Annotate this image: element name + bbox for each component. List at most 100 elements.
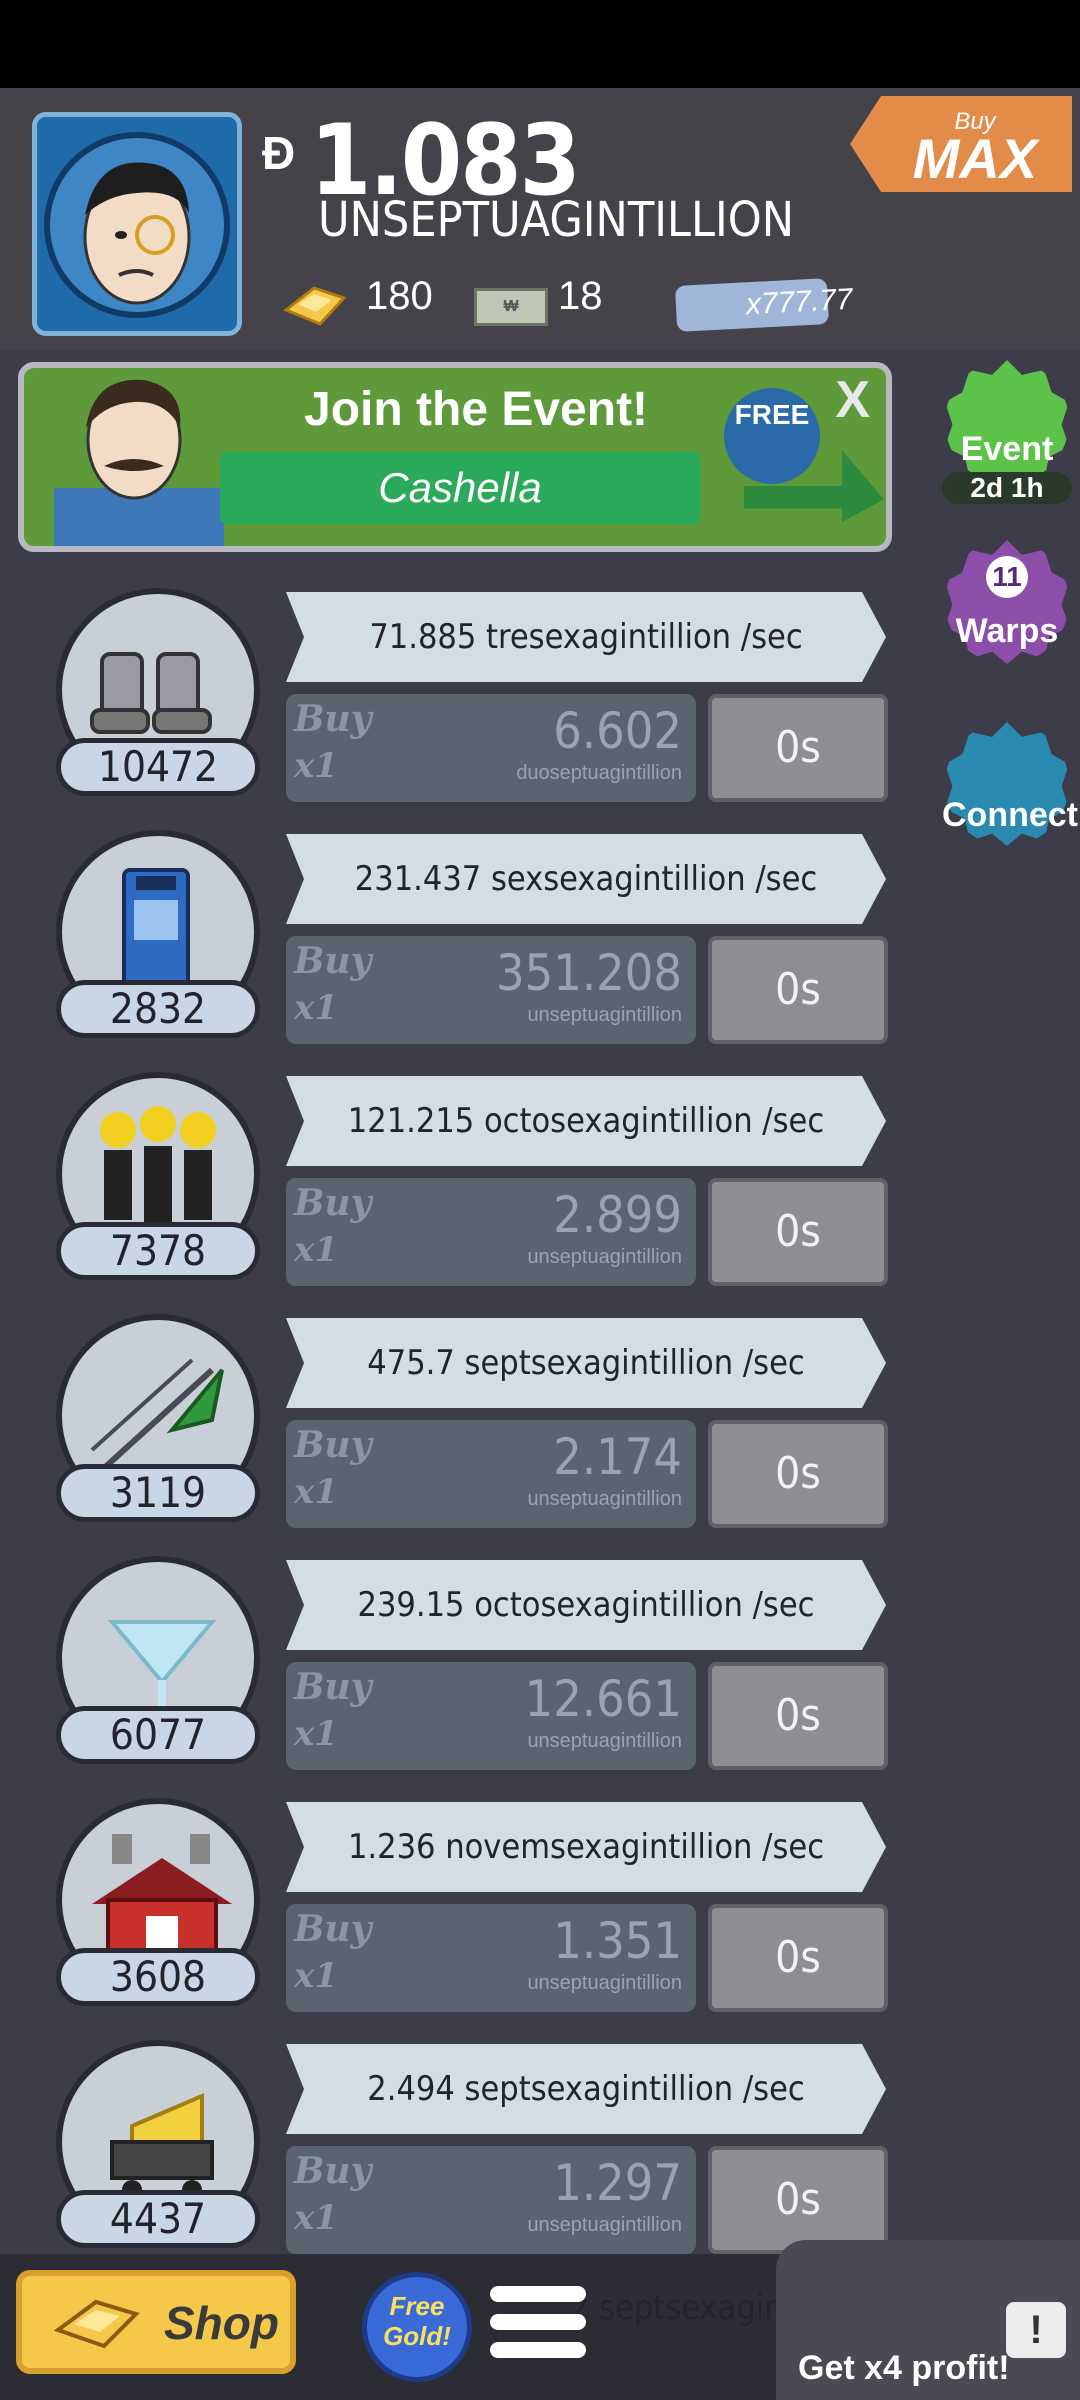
- buy-cost-unit: unseptuagintillion: [527, 1488, 682, 1510]
- gold-bar-icon: [52, 2294, 142, 2365]
- buy-label: Buy: [294, 1424, 372, 1466]
- timer-button[interactable]: 0s: [708, 1904, 888, 2012]
- timer-button[interactable]: 0s: [708, 694, 888, 802]
- profit-rate-bar: 231.437 sexsexagintillion /sec: [286, 834, 886, 924]
- event-title: Join the Event!: [304, 383, 649, 436]
- business-row: 4437 2.494 septsexagintillion /sec Buy x…: [0, 2040, 900, 2270]
- menu-line: [490, 2342, 586, 2358]
- menu-button[interactable]: [490, 2286, 586, 2370]
- profit-rate-bar: 239.15 octosexagintillion /sec: [286, 1560, 886, 1650]
- free-gold-label: Free Gold!: [383, 2291, 451, 2351]
- buy-cost: 12.661: [524, 1670, 682, 1728]
- timer-button[interactable]: 0s: [708, 1420, 888, 1528]
- profit-rate-bar: 2.494 septsexagintillion /sec: [286, 2044, 886, 2134]
- buy-max-label: MAX: [912, 127, 1038, 190]
- status-bar: [0, 0, 1080, 88]
- warps-label: Warps: [955, 612, 1059, 650]
- buy-button[interactable]: Buy x1 6.602 duoseptuagintillion: [286, 694, 696, 802]
- business-row: 6077 239.15 octosexagintillion /sec Buy …: [0, 1556, 900, 1786]
- buy-label: Buy: [294, 1182, 372, 1224]
- profit-rate-bar: 475.7 septsexagintillion /sec: [286, 1318, 886, 1408]
- buy-label: Buy: [294, 698, 372, 740]
- buy-cost: 6.602: [553, 702, 682, 760]
- free-label: FREE: [734, 399, 810, 430]
- buy-button[interactable]: Buy x1 12.661 unseptuagintillion: [286, 1662, 696, 1770]
- connect-button[interactable]: Connect: [942, 722, 1078, 846]
- shop-label: Shop: [164, 2297, 279, 2349]
- profit-rate-bar: 71.885 tresexagintillion /sec: [286, 592, 886, 682]
- warps-count: 11: [986, 556, 1028, 598]
- event-timer: 2d 1h: [942, 472, 1072, 504]
- buy-button[interactable]: Buy x1 1.351 unseptuagintillion: [286, 1904, 696, 2012]
- timer-button[interactable]: 0s: [708, 1662, 888, 1770]
- buy-quantity: x1: [294, 1956, 338, 1996]
- x4-profit-button[interactable]: ! Get x4 profit!: [776, 2240, 1080, 2400]
- timer-button[interactable]: 0s: [708, 936, 888, 1044]
- megabucks-icon: ₩: [474, 288, 548, 326]
- buy-cost: 351.208: [496, 944, 682, 1002]
- buy-quantity: x1: [294, 1472, 338, 1512]
- owned-count: 6077: [56, 1706, 260, 1764]
- business-row: 7378 121.215 octosexagintillion /sec Buy…: [0, 1072, 900, 1302]
- owned-count: 7378: [56, 1222, 260, 1280]
- buy-label: Buy: [294, 1908, 372, 1950]
- menu-line: [490, 2286, 586, 2302]
- business-row: 3608 1.236 novemsexagintillion /sec Buy …: [0, 1798, 900, 2028]
- cash-symbol: Ð: [262, 127, 296, 179]
- gold-count: 180: [366, 274, 433, 318]
- buy-cost-unit: unseptuagintillion: [527, 1004, 682, 1026]
- profit-rate-bar: 121.215 octosexagintillion /sec: [286, 1076, 886, 1166]
- business-row: 2832 231.437 sexsexagintillion /sec Buy …: [0, 830, 900, 1060]
- event-label: Event: [960, 430, 1054, 468]
- buy-button[interactable]: Buy x1 2.174 unseptuagintillion: [286, 1420, 696, 1528]
- owned-count: 10472: [56, 738, 260, 796]
- buy-label: Buy: [294, 2150, 372, 2192]
- buy-cost-unit: unseptuagintillion: [527, 1246, 682, 1268]
- free-gold-button[interactable]: Free Gold!: [362, 2272, 472, 2382]
- multiplier-badge[interactable]: x777.77: [674, 278, 853, 332]
- avatar[interactable]: [32, 112, 242, 336]
- astronaut-portrait-icon: [44, 132, 230, 318]
- buy-label: Buy: [294, 1666, 372, 1708]
- mustache-man-icon: [54, 379, 224, 546]
- owned-count: 4437: [56, 2190, 260, 2248]
- business-row: 3119 475.7 septsexagintillion /sec Buy x…: [0, 1314, 900, 1544]
- warps-button[interactable]: 11 Warps: [942, 540, 1072, 664]
- close-button[interactable]: X: [835, 370, 870, 430]
- buy-cost: 1.297: [553, 2154, 682, 2212]
- owned-count: 2832: [56, 980, 260, 1038]
- buy-cost: 1.351: [553, 1912, 682, 1970]
- free-badge: FREE: [724, 388, 820, 484]
- menu-line: [490, 2314, 586, 2330]
- buy-cost: 2.899: [553, 1186, 682, 1244]
- megabucks-count: 18: [558, 274, 603, 318]
- buy-cost: 2.174: [553, 1428, 682, 1486]
- owned-count: 3608: [56, 1948, 260, 2006]
- buy-button[interactable]: Buy x1 1.297 unseptuagintillion: [286, 2146, 696, 2254]
- buy-cost-unit: duoseptuagintillion: [516, 762, 682, 784]
- buy-quantity: x1: [294, 2198, 338, 2238]
- gold-bar-icon: [280, 280, 350, 337]
- shop-button[interactable]: Shop: [16, 2270, 296, 2374]
- connect-label: Connect: [942, 796, 1078, 834]
- timer-button[interactable]: 0s: [708, 2146, 888, 2254]
- buy-button[interactable]: Buy x1 2.899 unseptuagintillion: [286, 1178, 696, 1286]
- buy-quantity: x1: [294, 746, 338, 786]
- event-button[interactable]: Event 2d 1h: [942, 360, 1072, 504]
- buy-quantity: x1: [294, 1714, 338, 1754]
- buy-button[interactable]: Buy x1 351.208 unseptuagintillion: [286, 936, 696, 1044]
- multiplier-value: x777.77: [745, 282, 854, 322]
- buy-quantity: x1: [294, 988, 338, 1028]
- business-row: 10472 71.885 tresexagintillion /sec Buy …: [0, 588, 900, 818]
- profit-rate-bar: 1.236 novemsexagintillion /sec: [286, 1802, 886, 1892]
- buy-cost-unit: unseptuagintillion: [527, 1730, 682, 1752]
- cash-unit: UNSEPTUAGINTILLION: [318, 192, 795, 248]
- buy-cost-unit: unseptuagintillion: [527, 1972, 682, 1994]
- buy-label: Buy: [294, 940, 372, 982]
- timer-button[interactable]: 0s: [708, 1178, 888, 1286]
- buy-quantity: x1: [294, 1230, 338, 1270]
- event-banner[interactable]: Join the Event! Cashella FREE X: [18, 362, 892, 552]
- tv-icon: !: [1006, 2302, 1066, 2358]
- event-name-ribbon: Cashella: [220, 452, 700, 524]
- buy-max-button[interactable]: Buy MAX: [850, 96, 1072, 192]
